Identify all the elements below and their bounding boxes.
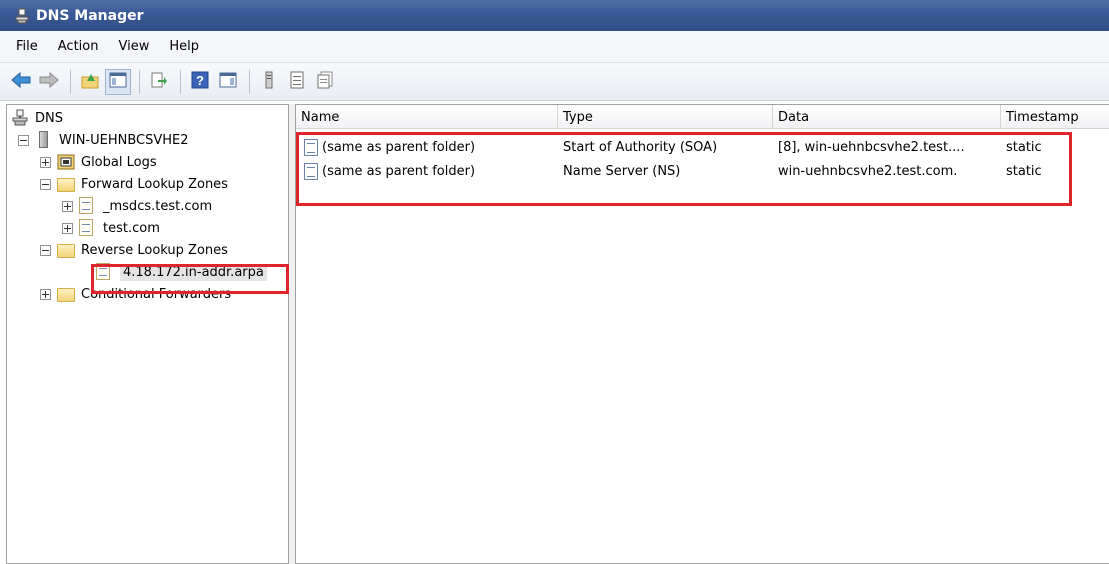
action-pane-icon: [219, 72, 237, 91]
expand-icon[interactable]: [40, 288, 51, 300]
tree-node-test-com-zone[interactable]: test.com: [62, 217, 160, 239]
svg-text:?: ?: [196, 73, 204, 88]
folder-icon: [57, 285, 75, 303]
dns-manager-icon: [14, 8, 30, 24]
tree-label-reverse-lookup-zones: Reverse Lookup Zones: [81, 242, 228, 258]
dns-icon: [11, 109, 29, 127]
highlight-box-reverse-zone: [91, 264, 289, 294]
tree-node-forward-lookup-zones[interactable]: Forward Lookup Zones: [40, 173, 228, 195]
toolbar-separator: [70, 69, 71, 94]
forward-arrow-icon: [39, 71, 59, 91]
column-header-type[interactable]: Type: [558, 105, 773, 129]
tree-node-global-logs[interactable]: Global Logs: [40, 151, 157, 173]
tree-label-msdcs-zone: _msdcs.test.com: [103, 198, 213, 214]
up-one-level-button[interactable]: [77, 69, 103, 95]
export-list-icon: [150, 71, 168, 92]
show-hide-action-pane-button[interactable]: [215, 69, 241, 95]
tree-label-forward-lookup-zones: Forward Lookup Zones: [81, 176, 228, 192]
tree-label-dns: DNS: [35, 110, 63, 126]
up-folder-icon: [80, 71, 100, 92]
window-title: DNS Manager: [36, 7, 144, 24]
expand-icon[interactable]: [62, 222, 73, 234]
help-button[interactable]: ?: [187, 69, 213, 95]
title-bar[interactable]: DNS Manager: [0, 0, 1109, 31]
expand-icon[interactable]: [62, 200, 73, 212]
server-icon: [35, 131, 53, 149]
tree-label-global-logs: Global Logs: [81, 154, 157, 170]
tree-label-test-com-zone: test.com: [103, 220, 160, 236]
toolbar-separator: [249, 69, 250, 94]
server-icon: [263, 71, 275, 92]
help-icon: ?: [191, 71, 209, 92]
menu-file[interactable]: File: [6, 39, 48, 54]
highlight-box-records: [296, 132, 1072, 206]
folder-icon: [57, 175, 75, 193]
tree-label-server: WIN-UEHNBCSVHE2: [59, 132, 189, 148]
toolbar: ?: [0, 63, 1109, 101]
back-button[interactable]: [8, 69, 34, 95]
collapse-icon[interactable]: [18, 134, 29, 146]
column-header-name[interactable]: Name: [296, 105, 558, 129]
collapse-icon[interactable]: [40, 178, 51, 190]
tree-node-reverse-lookup-zones[interactable]: Reverse Lookup Zones: [40, 239, 228, 261]
toolbar-separator: [139, 69, 140, 94]
event-log-icon: [57, 153, 75, 171]
properties-icon: [316, 71, 334, 92]
tree-node-msdcs-zone[interactable]: _msdcs.test.com: [62, 195, 212, 217]
export-list-button[interactable]: [146, 69, 172, 95]
menu-bar: File Action View Help: [0, 31, 1109, 63]
tree-node-server[interactable]: WIN-UEHNBCSVHE2: [18, 129, 189, 151]
menu-view[interactable]: View: [108, 39, 159, 54]
record-list-icon: [289, 71, 305, 92]
menu-action[interactable]: Action: [48, 39, 109, 54]
server-button[interactable]: [256, 69, 282, 95]
toolbar-separator: [180, 69, 181, 94]
show-hide-console-tree-button[interactable]: [105, 68, 131, 95]
record-list-button[interactable]: [284, 69, 310, 95]
show-hide-tree-icon: [109, 72, 127, 91]
menu-help[interactable]: Help: [159, 39, 209, 54]
zone-icon: [79, 219, 97, 237]
column-header-timestamp[interactable]: Timestamp: [1001, 105, 1109, 129]
console-tree[interactable]: DNS WIN-UEHNBCSVHE2 Global Logs Forward …: [6, 104, 289, 564]
folder-icon: [57, 241, 75, 259]
tree-node-dns[interactable]: DNS: [11, 107, 63, 129]
forward-button[interactable]: [36, 69, 62, 95]
column-header-data[interactable]: Data: [773, 105, 1001, 129]
expand-icon[interactable]: [40, 156, 51, 168]
results-list[interactable]: Name Type Data Timestamp (same as parent…: [295, 104, 1109, 564]
properties-button[interactable]: [312, 69, 338, 95]
collapse-icon[interactable]: [40, 244, 51, 256]
back-arrow-icon: [11, 71, 31, 91]
zone-icon: [79, 197, 97, 215]
